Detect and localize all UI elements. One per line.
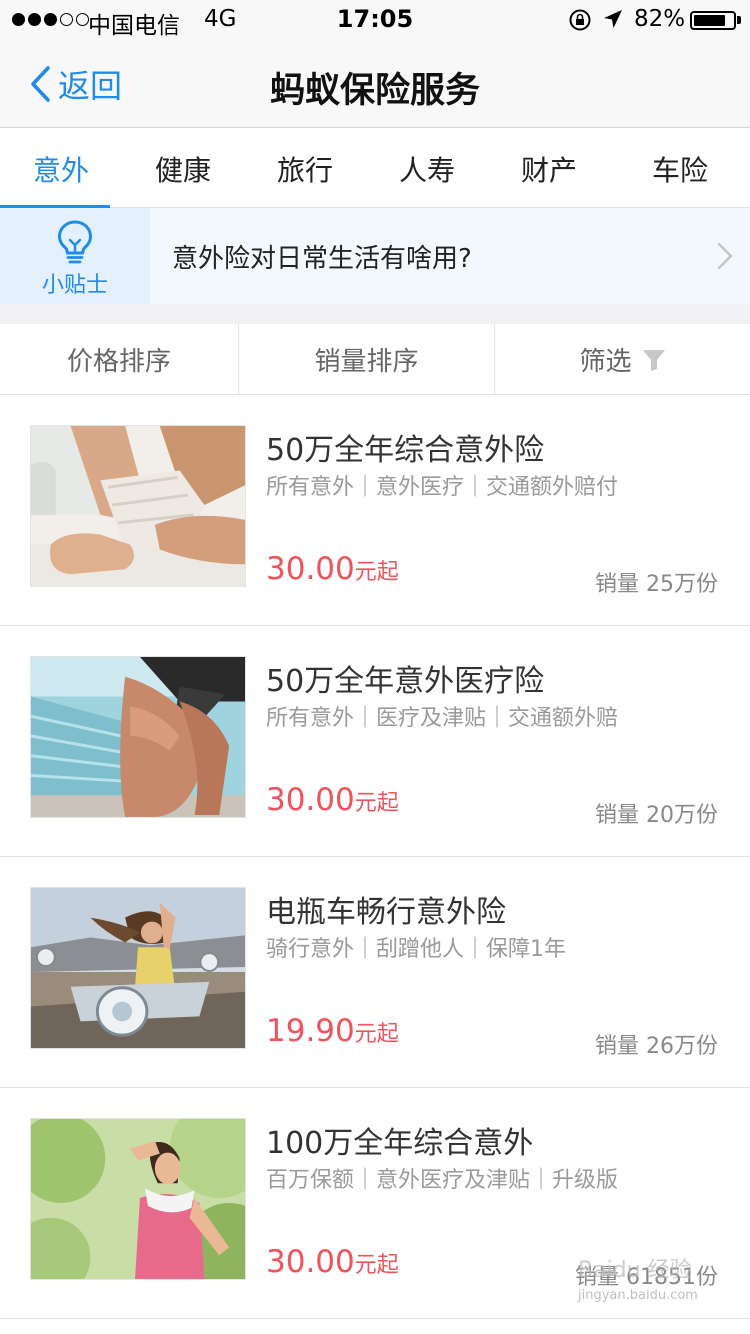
product-tags: 所有意外｜医疗及津贴｜交通额外赔 [266, 706, 619, 731]
filter-button[interactable]: 筛选 [495, 324, 750, 395]
product-list: 50万全年综合意外险 所有意外｜意外医疗｜交通额外赔付 30.00元起 销量 2… [0, 395, 750, 1319]
product-price: 19.90元起 [266, 1013, 399, 1049]
product-name: 50万全年意外医疗险 [266, 664, 545, 699]
product-price: 30.00元起 [266, 782, 399, 818]
tab-health[interactable]: 健康 [122, 129, 244, 208]
tip-badge-label: 小贴士 [41, 273, 108, 298]
watermark-bottom: jingyan.baidu.com [578, 1288, 698, 1303]
page-title: 蚂蚁保险服务 [269, 71, 480, 111]
product-sales: 销量 20万份 [595, 803, 718, 828]
woman-on-scooter-photo [30, 887, 246, 1049]
battery-icon [690, 11, 736, 30]
tab-life[interactable]: 人寿 [366, 129, 488, 208]
battery-percent: 82% [634, 6, 686, 32]
price-value: 30.00 [266, 551, 355, 587]
watermark-logo: Baidu 经验 jingyan.baidu.com [578, 1252, 728, 1318]
sort-bar: 价格排序 销量排序 筛选 [0, 324, 750, 395]
navigation-bar: 返回 蚂蚁保险服务 [0, 40, 750, 128]
product-card[interactable]: 50万全年综合意外险 所有意外｜意外医疗｜交通额外赔付 30.00元起 销量 2… [0, 395, 750, 626]
location-arrow-icon [604, 10, 622, 28]
price-value: 30.00 [266, 782, 355, 818]
section-divider [0, 304, 750, 324]
orientation-lock-icon [569, 9, 591, 31]
price-unit: 元起 [354, 1253, 399, 1278]
tip-banner[interactable]: 小贴士 意外险对日常生活有啥用? [0, 208, 750, 304]
price-unit: 元起 [354, 560, 399, 585]
chevron-right-icon [717, 242, 733, 270]
product-sales: 销量 25万份 [595, 572, 718, 597]
tab-accident[interactable]: 意外 [0, 129, 122, 209]
product-name: 50万全年综合意外险 [266, 433, 545, 468]
product-sales: 销量 26万份 [595, 1034, 718, 1059]
lightbulb-icon [57, 220, 93, 264]
sales-sort-label: 销量排序 [314, 347, 419, 377]
product-card[interactable]: 电瓶车畅行意外险 骑行意外｜刮蹭他人｜保障1年 19.90元起 销量 26万份 [0, 857, 750, 1088]
product-name: 电瓶车畅行意外险 [266, 895, 506, 930]
status-bar: 中国电信 4G 17:05 82% [0, 0, 750, 40]
sales-sort-button[interactable]: 销量排序 [239, 324, 495, 395]
product-price: 30.00元起 [266, 551, 399, 587]
price-value: 19.90 [266, 1013, 355, 1049]
tip-text: 意外险对日常生活有啥用? [172, 244, 472, 274]
price-unit: 元起 [354, 791, 399, 816]
bandaged-ankle-photo [30, 425, 246, 587]
funnel-icon [642, 349, 665, 371]
tab-travel[interactable]: 旅行 [244, 129, 366, 208]
product-price: 30.00元起 [266, 1244, 399, 1280]
woman-exercising-photo [30, 1118, 246, 1280]
product-tags: 所有意外｜意外医疗｜交通额外赔付 [266, 475, 619, 500]
battery-tip [737, 16, 741, 24]
watermark-top: Baidu 经验 [578, 1258, 692, 1283]
product-tags: 百万保额｜意外医疗及津贴｜升级版 [266, 1168, 619, 1193]
product-card[interactable]: 50万全年意外医疗险 所有意外｜医疗及津贴｜交通额外赔 30.00元起 销量 2… [0, 626, 750, 857]
tip-badge: 小贴士 [0, 208, 150, 304]
filter-label: 筛选 [579, 347, 632, 377]
tab-property[interactable]: 财产 [488, 129, 610, 208]
injured-knee-photo [30, 656, 246, 818]
price-sort-label: 价格排序 [66, 347, 171, 377]
product-tags: 骑行意外｜刮蹭他人｜保障1年 [266, 937, 566, 962]
product-name: 100万全年综合意外 [266, 1126, 534, 1161]
category-tabs: 意外 健康 旅行 人寿 财产 车险 [0, 129, 750, 209]
price-unit: 元起 [354, 1022, 399, 1047]
price-sort-button[interactable]: 价格排序 [0, 324, 239, 395]
price-value: 30.00 [266, 1244, 355, 1280]
tab-auto[interactable]: 车险 [610, 129, 750, 208]
